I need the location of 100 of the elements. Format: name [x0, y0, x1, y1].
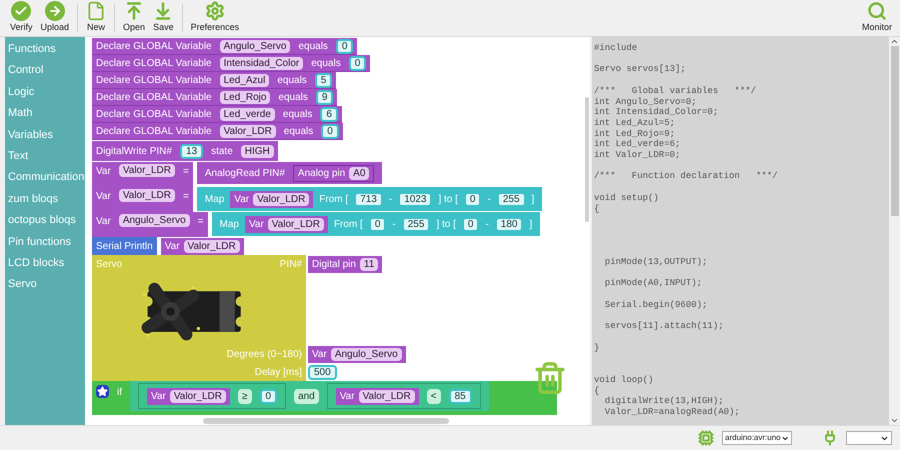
block-label: Var [164, 240, 180, 254]
number-field[interactable]: 0 [348, 56, 366, 70]
scroll-up-icon[interactable] [890, 37, 899, 46]
variable-block[interactable]: Var Valor_LDR [244, 216, 328, 232]
number-field[interactable]: 85 [448, 388, 472, 404]
operator-field[interactable]: < [426, 388, 441, 404]
operator-field[interactable]: ≥ [238, 388, 252, 404]
variable-name[interactable]: Valor_LDR [118, 164, 175, 177]
block-label: Declare GLOBAL Variable [96, 40, 212, 54]
block-label: PIN# [280, 258, 302, 272]
block-label: AnalogRead PIN# [204, 166, 285, 180]
pin-value[interactable]: 11 [360, 258, 378, 271]
compare-block[interactable]: Var Valor_LDR ≥ 0 [138, 383, 286, 409]
number-field[interactable]: 0 [464, 192, 482, 206]
serial-println-block[interactable]: Serial Println [92, 237, 157, 255]
map-block[interactable]: Map Var Valor_LDR From [ 713 - 1023 ] to [ 0 - 255 ] [196, 187, 542, 211]
map-block[interactable]: Map Var Valor_LDR From [ 0 - 255 ] to [ 0 - 180 ] [212, 212, 540, 236]
number-field[interactable]: 5 [314, 72, 332, 88]
horizontal-scrollbar[interactable] [203, 418, 449, 424]
number-field[interactable]: 713 [354, 192, 383, 206]
variable-name[interactable]: Valor_LDR [184, 240, 240, 252]
variable-block[interactable]: Var Angulo_Servo [308, 346, 406, 362]
analog-pin-block[interactable]: Analog pin A0 [292, 164, 374, 182]
number-field[interactable]: 0 [336, 38, 354, 54]
number-field[interactable]: 9 [316, 90, 334, 104]
variable-block[interactable]: Var Valor_LDR [336, 388, 419, 404]
gear-icon [204, 1, 225, 22]
port-select[interactable] [846, 431, 892, 445]
declare-block[interactable]: Declare GLOBAL Variable Intensidad_Color equals 0 [92, 55, 370, 72]
number-field[interactable]: 1023 [398, 192, 432, 206]
block-label: = [198, 215, 204, 229]
number-field[interactable]: 180 [494, 216, 524, 232]
assign-block[interactable]: Var Angulo_Servo = [92, 212, 208, 237]
if-block[interactable]: if Var Valor_LDR ≥ 0 and Var Valor_LDR < 85 [92, 381, 557, 415]
block-label: Var [248, 218, 264, 232]
block-label: - [388, 192, 392, 206]
number-field[interactable]: 0 [462, 216, 480, 232]
plug-icon [822, 430, 838, 446]
pin-value[interactable]: A0 [349, 166, 370, 180]
block-label: state [211, 144, 233, 158]
variable-name[interactable]: Valor_LDR [118, 189, 175, 202]
trash-icon[interactable] [533, 361, 567, 395]
number-field[interactable]: 0 [321, 124, 339, 138]
toolbar-button[interactable]: Open [121, 1, 148, 35]
file-icon [86, 1, 106, 22]
vertical-scrollbar[interactable] [585, 97, 589, 222]
star-icon[interactable] [96, 385, 109, 398]
block-label: Declare GLOBAL Variable [96, 56, 212, 70]
toolbar-button[interactable]: Preferences [188, 1, 242, 35]
code-scrollbar[interactable] [889, 37, 900, 425]
declare-block[interactable]: Declare GLOBAL Variable Led_verde equals 6 [92, 106, 342, 123]
variable-block[interactable]: Var Valor_LDR [147, 388, 230, 404]
number-field[interactable]: 255 [402, 216, 430, 232]
variable-name[interactable]: Angulo_Servo [330, 348, 402, 360]
toolbar-button[interactable]: New [84, 1, 108, 35]
block-label: Var [340, 390, 355, 404]
variable-block[interactable]: Var Valor_LDR [230, 190, 314, 208]
toolbar-button[interactable]: Verify [8, 1, 35, 35]
condition-block[interactable]: Var Valor_LDR ≥ 0 and Var Valor_LDR < 85 [130, 381, 489, 411]
compare-block[interactable]: Var Valor_LDR < 85 [326, 383, 481, 409]
state-value[interactable]: HIGH [240, 144, 274, 158]
number-field[interactable]: 255 [496, 192, 526, 206]
variable-name[interactable]: Valor_LDR [268, 218, 324, 230]
number-field[interactable]: 6 [320, 106, 338, 122]
number-field[interactable]: 13 [180, 144, 204, 158]
variable-name[interactable]: Intensidad_Color [220, 56, 304, 70]
digital-write-block[interactable]: DigitalWrite PIN# 13 state HIGH [92, 141, 278, 161]
board-select[interactable]: arduino:avr:uno [722, 431, 792, 445]
variable-name[interactable]: Valor_LDR [220, 124, 276, 138]
declare-block[interactable]: Declare GLOBAL Variable Led_Rojo equals 9 [92, 89, 338, 106]
digital-pin-block[interactable]: Digital pin 11 [308, 256, 382, 273]
analog-read-block[interactable]: AnalogRead PIN# Analog pin A0 [196, 162, 382, 184]
check-icon [11, 1, 32, 22]
monitor-button[interactable]: Monitor [862, 1, 892, 35]
scroll-down-icon[interactable] [890, 416, 899, 425]
declare-block[interactable]: Declare GLOBAL Variable Valor_LDR equals 0 [92, 123, 343, 140]
variable-name[interactable]: Valor_LDR [170, 390, 226, 402]
number-field[interactable]: 500 [308, 364, 337, 380]
declare-block[interactable]: Declare GLOBAL Variable Angulo_Servo equals 0 [92, 38, 358, 55]
declare-block[interactable]: Declare GLOBAL Variable Led_Azul equals 5 [92, 72, 336, 89]
toolbar-button[interactable]: Save [151, 1, 176, 35]
variable-name[interactable]: Led_verde [220, 108, 275, 120]
block-label: Declare GLOBAL Variable [96, 74, 212, 88]
block-label: DigitalWrite PIN# [96, 144, 172, 158]
and-operator[interactable]: and [294, 388, 319, 404]
block-label: ] [529, 218, 532, 232]
variable-name[interactable]: Angulo_Servo [118, 214, 190, 227]
variable-name[interactable]: Angulo_Servo [220, 40, 290, 52]
toolbar-button[interactable]: Upload [38, 1, 72, 35]
variable-name[interactable]: Valor_LDR [253, 192, 310, 206]
block-label: equals [277, 74, 307, 88]
code-text: #include Servo servos[13]; /*** Global variables ***/ int Angulo_Servo=0; int Intensidad_Color=0; int Led_Azul=5; int Led_Rojo=9; int Led_verde=6; int Valor_LDR=0; /*** Function declaration ***/ void setup() { pinMode(13,OUTPUT); pinMode(A0,INPUT); Serial.begin(9600); servos[11].attach(11); } void loop() { digitalWrite(13,HIGH); Valor_LDR=analogRead(A0); [594, 43, 779, 418]
variable-name[interactable]: Valor_LDR [358, 390, 415, 402]
assign-block[interactable]: Var Valor_LDR = [92, 162, 193, 187]
variable-name[interactable]: Led_Azul [220, 74, 270, 86]
number-field[interactable]: 0 [260, 388, 278, 404]
number-field[interactable]: 0 [368, 216, 386, 232]
assign-block[interactable]: Var Valor_LDR = [92, 187, 193, 212]
variable-block[interactable]: Var Valor_LDR [160, 238, 244, 254]
variable-name[interactable]: Led_Rojo [220, 90, 270, 104]
